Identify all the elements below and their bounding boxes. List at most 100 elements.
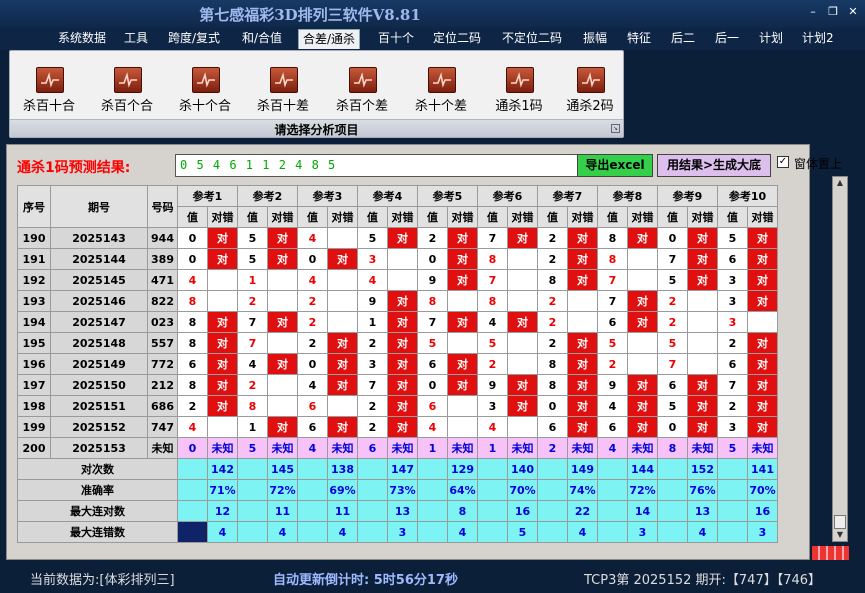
menu-bar: 系统数据 工具 跨度/复式 和/合值 合差/通杀 百十个 定位二码 不定位二码 … (0, 28, 865, 50)
ribbon-button-7[interactable]: 通杀1码 (485, 65, 553, 117)
ref-value-cell: 6 (297, 416, 328, 438)
ribbon-button-8[interactable]: 通杀2码 (556, 65, 624, 117)
pred-value-cell: 6 (357, 437, 388, 459)
hit-cell: 对 (327, 332, 358, 354)
ribbon-button-5[interactable]: 杀百个差 (328, 65, 396, 117)
stat-value-cell: 13 (687, 500, 718, 522)
stat-pad-cell (657, 479, 688, 501)
table-row[interactable]: 195 2025148 557 8 对 7 2 对 2 对 5 5 2 对 5 5 2 对 (17, 332, 778, 354)
stat-pad-cell (657, 458, 688, 480)
menu-plan[interactable]: 计划 (759, 29, 783, 49)
hit-cell: 对 (507, 395, 538, 417)
ribbon-button-3[interactable]: 杀十个合 (171, 65, 239, 117)
table-row[interactable]: 196 2025149 772 6 对 4 对 0 对 3 对 6 对 2 8 对 2 7 6 对 (17, 353, 778, 375)
miss-cell (327, 269, 358, 291)
menu-feature[interactable]: 特征 (627, 29, 651, 49)
ref-value-cell: 0 (297, 248, 328, 270)
header-value: 值 (477, 206, 508, 228)
hit-cell: 对 (387, 374, 418, 396)
hit-cell: 对 (747, 353, 778, 375)
scroll-up-arrow[interactable]: ▲ (833, 177, 847, 189)
export-excel-button[interactable]: 导出excel (577, 154, 653, 177)
menu-fixed-two[interactable]: 定位二码 (433, 29, 481, 49)
row-number: 747 (147, 416, 178, 438)
hit-cell: 对 (207, 227, 238, 249)
header-value: 值 (177, 206, 208, 228)
stat-value-cell: 16 (747, 500, 778, 522)
prediction-row[interactable]: 200 2025153 未知 0 未知 5 未知 4 未知 6 未知 1 未知 1 未知 2 未知 4 未知 8 未知 5… (17, 437, 778, 459)
ref-value-cell: 0 (417, 248, 448, 270)
ontop-checkbox[interactable]: ✓ (777, 156, 789, 168)
menu-diff-kill[interactable]: 合差/通杀 (298, 29, 361, 49)
stat-value-cell: 70% (507, 479, 538, 501)
row-number: 212 (147, 374, 178, 396)
ribbon-button-4[interactable]: 杀百十差 (249, 65, 317, 117)
header-hit: 对错 (687, 206, 718, 228)
menu-last-one[interactable]: 后一 (715, 29, 739, 49)
stat-value-cell: 72% (627, 479, 658, 501)
header-hit: 对错 (327, 206, 358, 228)
ref-value-cell: 7 (657, 353, 688, 375)
miss-cell (387, 269, 418, 291)
table-row[interactable]: 199 2025152 747 4 1 对 6 对 2 对 4 4 6 对 6 对 0 对 3 对 (17, 416, 778, 438)
ribbon-button-label: 杀十个合 (178, 99, 231, 114)
table-row[interactable]: 197 2025150 212 8 对 2 4 对 7 对 0 对 9 对 8 对 9 对 6 对 7 对 (17, 374, 778, 396)
ribbon-button-1[interactable]: 杀百十合 (15, 65, 83, 117)
table-row[interactable]: 198 2025151 686 2 对 8 6 2 对 6 3 对 0 对 4 对 5 对 2 对 (17, 395, 778, 417)
stat-value-cell: 141 (747, 458, 778, 480)
ref-value-cell: 2 (537, 290, 568, 312)
menu-last-two[interactable]: 后二 (671, 29, 695, 49)
stat-value-cell: 144 (627, 458, 658, 480)
header-hit: 对错 (507, 206, 538, 228)
ribbon-button-2[interactable]: 杀百个合 (93, 65, 161, 117)
hit-cell: 对 (267, 353, 298, 375)
ref-value-cell: 5 (657, 269, 688, 291)
generate-base-button[interactable]: 用结果>生成大底 (657, 154, 771, 177)
miss-cell (507, 290, 538, 312)
dialog-launcher-icon[interactable]: ↘ (611, 124, 620, 133)
hit-cell: 对 (747, 227, 778, 249)
prediction-result-field[interactable]: 0 5 4 6 1 1 2 4 8 5 (175, 154, 579, 177)
table-row[interactable]: 192 2025145 471 4 1 4 4 9 对 7 8 对 7 5 对 3 对 (17, 269, 778, 291)
miss-cell (687, 353, 718, 375)
table-row[interactable]: 190 2025143 944 0 对 5 对 4 5 对 2 对 7 对 2 对 8 对 0 对 5 对 (17, 227, 778, 249)
menu-unfixed-two[interactable]: 不定位二码 (502, 29, 562, 49)
stat-value-cell: 140 (507, 458, 538, 480)
miss-cell (267, 269, 298, 291)
restore-button[interactable]: ❐ (826, 5, 840, 19)
menu-span[interactable]: 跨度/复式 (168, 29, 220, 49)
ribbon-button-6[interactable]: 杀十个差 (407, 65, 475, 117)
table-row[interactable]: 191 2025144 389 0 对 5 对 0 对 3 0 对 8 2 对 8 7 对 6 对 (17, 248, 778, 270)
vertical-scrollbar[interactable]: ▲ ▼ (832, 176, 848, 542)
scroll-thumb[interactable] (834, 515, 846, 529)
menu-system-data[interactable]: 系统数据 (58, 29, 106, 49)
ref-value-cell: 6 (717, 248, 748, 270)
hit-cell: 对 (567, 353, 598, 375)
scroll-down-arrow[interactable]: ▼ (833, 529, 847, 541)
table-row[interactable]: 194 2025147 023 8 对 7 对 2 1 对 7 对 4 对 2 6 对 2 3 (17, 311, 778, 333)
stat-label: 对次数 (17, 458, 178, 480)
miss-cell (687, 290, 718, 312)
header-value: 值 (657, 206, 688, 228)
stat-pad-cell (537, 479, 568, 501)
stat-pad-cell (297, 458, 328, 480)
hit-cell: 对 (327, 248, 358, 270)
close-button[interactable]: ✕ (846, 5, 860, 19)
row-seq: 195 (17, 332, 51, 354)
menu-plan-2[interactable]: 计划2 (802, 29, 834, 49)
menu-tools[interactable]: 工具 (124, 29, 148, 49)
menu-sum[interactable]: 和/合值 (242, 29, 282, 49)
hit-cell: 对 (447, 227, 478, 249)
ref-value-cell: 3 (477, 395, 508, 417)
ref-value-cell: 6 (417, 395, 448, 417)
menu-hundreds-tens-ones[interactable]: 百十个 (378, 29, 414, 49)
row-period: 2025144 (50, 248, 148, 270)
hit-cell: 对 (207, 332, 238, 354)
hit-cell: 对 (747, 416, 778, 438)
stat-pad-cell (177, 500, 208, 522)
minimize-button[interactable]: – (806, 5, 820, 19)
stat-pad-cell (477, 500, 508, 522)
ribbon-button-label: 杀百个差 (335, 99, 388, 114)
menu-amplitude[interactable]: 振幅 (583, 29, 607, 49)
table-row[interactable]: 193 2025146 822 8 2 2 9 对 8 8 2 7 对 2 3 对 (17, 290, 778, 312)
